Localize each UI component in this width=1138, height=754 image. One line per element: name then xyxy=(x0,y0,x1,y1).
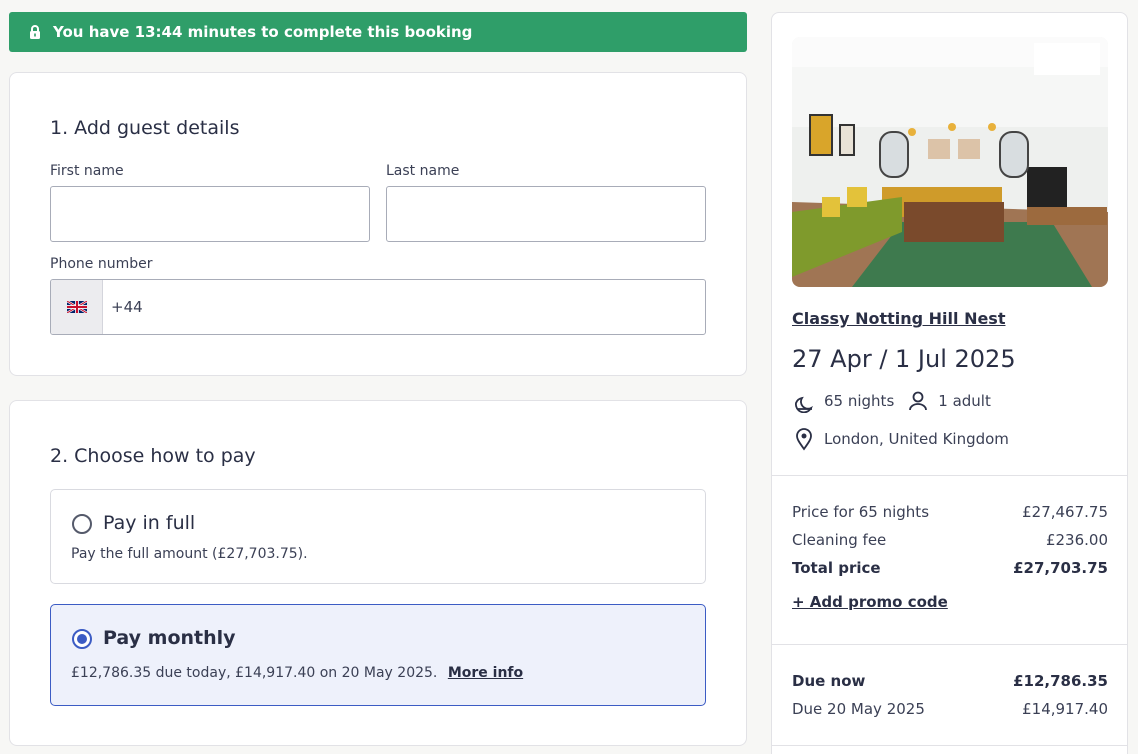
stay-dates: 27 Apr / 1 Jul 2025 xyxy=(792,345,1016,373)
due-now-row: Due now £12,786.35 xyxy=(792,672,1108,690)
pay-in-full-option[interactable]: Pay in full Pay the full amount (£27,703… xyxy=(50,489,706,584)
price-row: Cleaning fee £236.00 xyxy=(792,531,1108,549)
pay-in-full-title: Pay in full xyxy=(103,512,196,534)
timer-text: You have 13:44 minutes to complete this … xyxy=(53,23,473,41)
location-text: London, United Kingdom xyxy=(824,430,1009,448)
uk-flag-icon xyxy=(66,301,87,313)
guest-details-card: 1. Add guest details First name Last nam… xyxy=(9,72,747,376)
due-label: Due now xyxy=(792,672,866,690)
location-row: London, United Kingdom xyxy=(792,427,1009,451)
divider xyxy=(772,475,1127,476)
due-later-row: Due 20 May 2025 £14,917.40 xyxy=(792,700,1108,718)
total-price-row: Total price £27,703.75 xyxy=(792,559,1108,577)
phone-country-code: +44 xyxy=(111,298,143,316)
location-pin-icon xyxy=(796,428,812,451)
pay-monthly-desc-wrap: £12,786.35 due today, £14,917.40 on 20 M… xyxy=(71,665,523,681)
more-info-link[interactable]: More info xyxy=(448,665,523,681)
price-row: Price for 65 nights £27,467.75 xyxy=(792,503,1108,521)
due-value: £14,917.40 xyxy=(1022,700,1108,718)
price-label: Cleaning fee xyxy=(792,531,887,549)
stay-meta-row: 65 nights 1 adult xyxy=(792,389,991,413)
pay-in-full-radio[interactable] xyxy=(72,514,92,534)
price-value: £27,467.75 xyxy=(1022,503,1108,521)
pay-monthly-title: Pay monthly xyxy=(103,627,236,649)
payment-section-title: 2. Choose how to pay xyxy=(50,445,256,467)
price-value: £236.00 xyxy=(1045,531,1108,549)
pay-monthly-desc: £12,786.35 due today, £14,917.40 on 20 M… xyxy=(71,665,438,681)
pay-monthly-option[interactable]: Pay monthly £12,786.35 due today, £14,91… xyxy=(50,604,706,706)
moon-icon xyxy=(795,396,814,413)
guest-section-title: 1. Add guest details xyxy=(50,117,240,139)
first-name-label: First name xyxy=(50,163,124,179)
lock-icon xyxy=(30,25,40,39)
country-selector[interactable] xyxy=(51,280,103,334)
last-name-input[interactable] xyxy=(386,186,706,242)
property-name-link[interactable]: Classy Notting Hill Nest xyxy=(792,309,1005,328)
divider xyxy=(772,745,1127,746)
divider xyxy=(772,644,1127,645)
payment-card: 2. Choose how to pay Pay in full Pay the… xyxy=(9,400,747,746)
phone-label: Phone number xyxy=(50,256,153,272)
phone-field[interactable]: +44 xyxy=(50,279,706,335)
pay-in-full-desc: Pay the full amount (£27,703.75). xyxy=(71,546,308,562)
person-icon xyxy=(909,391,928,411)
add-promo-code-link[interactable]: + Add promo code xyxy=(792,593,948,611)
booking-timer-banner: You have 13:44 minutes to complete this … xyxy=(9,12,747,52)
guest-count: 1 adult xyxy=(938,392,991,410)
due-label: Due 20 May 2025 xyxy=(792,700,925,718)
first-name-input[interactable] xyxy=(50,186,370,242)
price-label: Total price xyxy=(792,559,881,577)
property-photo xyxy=(792,37,1108,287)
price-value: £27,703.75 xyxy=(1013,559,1108,577)
due-value: £12,786.35 xyxy=(1013,672,1108,690)
pay-monthly-radio[interactable] xyxy=(72,629,92,649)
price-label: Price for 65 nights xyxy=(792,503,930,521)
nights-count: 65 nights xyxy=(824,392,895,410)
last-name-label: Last name xyxy=(386,163,460,179)
booking-summary-card: Classy Notting Hill Nest 27 Apr / 1 Jul … xyxy=(771,12,1128,754)
